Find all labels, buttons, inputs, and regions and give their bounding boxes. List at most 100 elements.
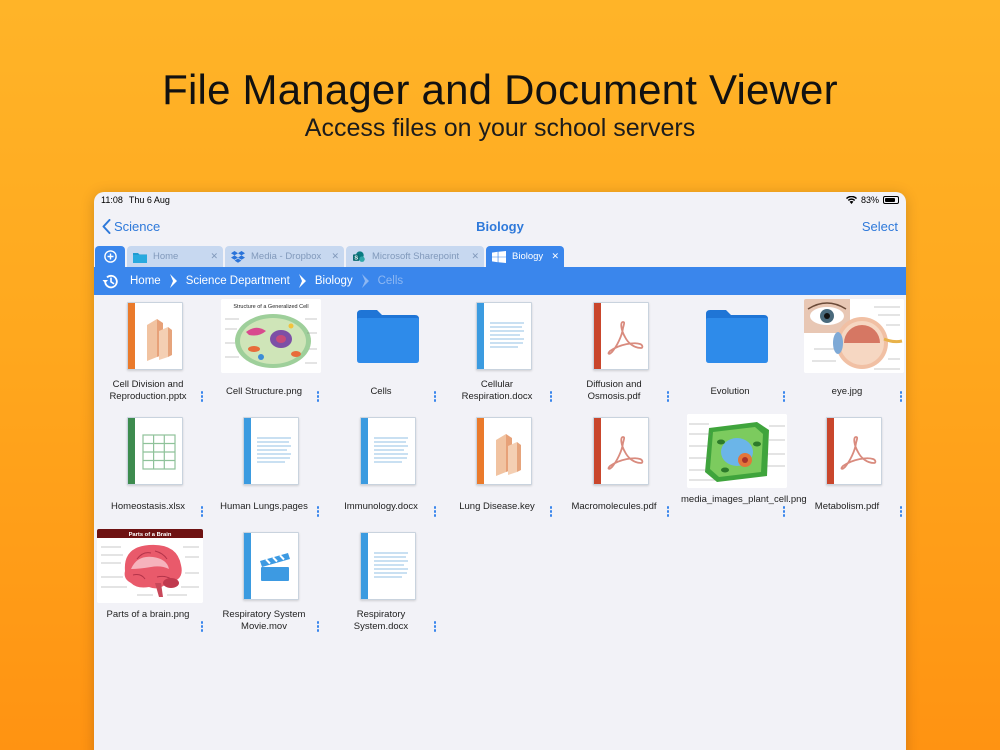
- file-item[interactable]: Diffusion and Osmosis.pdf: [563, 295, 679, 410]
- file-thumbnail[interactable]: [97, 299, 213, 373]
- file-thumbnail[interactable]: [213, 414, 329, 488]
- file-name: media_images_plant_cell.png: [681, 494, 807, 505]
- document-file-icon: [360, 417, 416, 485]
- plus-circle-icon: [103, 250, 117, 263]
- tab-label: Biology: [512, 251, 544, 262]
- file-thumbnail[interactable]: [679, 299, 795, 373]
- file-thumbnail[interactable]: [213, 529, 329, 603]
- status-date: Thu 6 Aug: [128, 195, 170, 205]
- history-icon[interactable]: [102, 274, 119, 289]
- file-item[interactable]: Macromolecules.pdf: [563, 410, 679, 525]
- file-thumbnail[interactable]: [563, 414, 679, 488]
- svg-text:S: S: [354, 255, 358, 261]
- file-item[interactable]: Lung Disease.key: [446, 410, 562, 525]
- chevron-right-icon: [298, 274, 307, 288]
- more-options-icon[interactable]: [548, 506, 554, 520]
- more-options-icon[interactable]: [199, 506, 205, 520]
- document-file-icon: [476, 302, 532, 370]
- file-thumbnail[interactable]: [796, 299, 906, 373]
- close-icon[interactable]: ✕: [331, 251, 339, 262]
- keynote-file-icon: [476, 417, 532, 485]
- more-options-icon[interactable]: [432, 506, 438, 520]
- tab-label: Media - Dropbox: [251, 251, 322, 262]
- close-icon[interactable]: ✕: [210, 251, 218, 262]
- more-options-icon[interactable]: [665, 506, 671, 520]
- more-options-icon[interactable]: [315, 391, 321, 405]
- movie-file-icon: [243, 532, 299, 600]
- add-tab-button[interactable]: [95, 246, 125, 267]
- file-thumbnail[interactable]: [563, 299, 679, 373]
- file-item[interactable]: Evolution: [679, 295, 795, 410]
- more-options-icon[interactable]: [781, 391, 787, 405]
- file-thumbnail[interactable]: Parts of a Brain: [97, 529, 213, 603]
- file-item[interactable]: Structure of a Generalized Cell Cell Str…: [213, 295, 329, 410]
- file-thumbnail[interactable]: [97, 414, 213, 488]
- file-item[interactable]: Cellular Respiration.docx: [446, 295, 562, 410]
- document-file-icon: [243, 417, 299, 485]
- tab-label: Home: [153, 251, 179, 262]
- more-options-icon[interactable]: [199, 621, 205, 635]
- eye-thumbnail: [804, 299, 904, 373]
- file-name: Diffusion and Osmosis.pdf: [586, 379, 642, 402]
- navigation-bar: Science Biology Select: [94, 210, 906, 242]
- chevron-right-icon: [169, 274, 178, 288]
- file-thumbnail[interactable]: [446, 299, 562, 373]
- more-options-icon[interactable]: [898, 391, 904, 405]
- file-thumbnail[interactable]: [330, 299, 446, 373]
- file-thumbnail[interactable]: [796, 414, 906, 488]
- page-title: Biology: [476, 218, 524, 234]
- file-item[interactable]: Cells: [330, 295, 446, 410]
- more-options-icon[interactable]: [199, 391, 205, 405]
- breadcrumb-item-science-department[interactable]: Science Department: [186, 275, 290, 287]
- file-thumbnail[interactable]: [330, 414, 446, 488]
- file-item[interactable]: eye.jpg: [796, 295, 906, 410]
- file-name: eye.jpg: [831, 386, 863, 397]
- windows-icon: [492, 250, 506, 263]
- file-thumbnail[interactable]: Structure of a Generalized Cell: [213, 299, 329, 373]
- file-item[interactable]: Immunology.docx: [330, 410, 446, 525]
- close-icon[interactable]: ✕: [551, 251, 559, 262]
- breadcrumb-item-cells[interactable]: Cells: [378, 275, 404, 287]
- breadcrumb-item-biology[interactable]: Biology: [315, 275, 353, 287]
- file-name: Homeostasis.xlsx: [111, 501, 185, 512]
- more-options-icon[interactable]: [548, 391, 554, 405]
- back-button[interactable]: Science: [102, 218, 160, 234]
- document-file-icon: [360, 532, 416, 600]
- more-options-icon[interactable]: [432, 391, 438, 405]
- more-options-icon[interactable]: [315, 506, 321, 520]
- file-item[interactable]: Respiratory System Movie.mov: [213, 525, 329, 640]
- more-options-icon[interactable]: [781, 506, 787, 520]
- file-item[interactable]: Respiratory System.docx: [330, 525, 446, 640]
- file-thumbnail[interactable]: [330, 529, 446, 603]
- status-bar: 11:08 Thu 6 Aug 83%: [94, 192, 906, 208]
- file-thumbnail[interactable]: [679, 414, 795, 488]
- more-options-icon[interactable]: [665, 391, 671, 405]
- close-icon[interactable]: ✕: [471, 251, 479, 262]
- more-options-icon[interactable]: [898, 506, 904, 520]
- file-item[interactable]: Parts of a Brain Parts of a brain.png: [97, 525, 213, 640]
- file-item[interactable]: media_images_plant_cell.png: [679, 410, 807, 525]
- file-item[interactable]: Cell Division and Reproduction.pptx: [97, 295, 213, 410]
- file-item[interactable]: Metabolism.pdf: [796, 410, 906, 525]
- tab-biology[interactable]: Biology ✕: [486, 246, 564, 267]
- spreadsheet-file-icon: [127, 417, 183, 485]
- file-item[interactable]: Human Lungs.pages: [213, 410, 329, 525]
- sharepoint-icon: S: [353, 250, 365, 262]
- more-options-icon[interactable]: [432, 621, 438, 635]
- breadcrumb-item-home[interactable]: Home: [130, 275, 161, 287]
- tab-microsoft-sharepoint[interactable]: S Microsoft Sharepoint ✕: [346, 246, 484, 267]
- file-item[interactable]: Homeostasis.xlsx: [97, 410, 213, 525]
- chevron-left-icon: [102, 218, 111, 234]
- tab-bar: Home ✕ Media - Dropbox ✕ S Microsoft Sha…: [94, 246, 906, 267]
- select-button[interactable]: Select: [862, 219, 898, 234]
- file-name: Evolution: [710, 386, 750, 397]
- breadcrumb: Home Science Department Biology Cells: [94, 267, 906, 295]
- cell-structure-image-title: Structure of a Generalized Cell: [233, 304, 308, 310]
- file-name: Cell Division and Reproduction.pptx: [109, 379, 187, 402]
- tab-media-dropbox[interactable]: Media - Dropbox ✕: [225, 246, 344, 267]
- folder-icon: [133, 252, 147, 263]
- file-thumbnail[interactable]: [446, 414, 562, 488]
- cell-structure-thumbnail: Structure of a Generalized Cell: [221, 299, 321, 373]
- more-options-icon[interactable]: [315, 621, 321, 635]
- tab-home[interactable]: Home ✕: [127, 246, 223, 267]
